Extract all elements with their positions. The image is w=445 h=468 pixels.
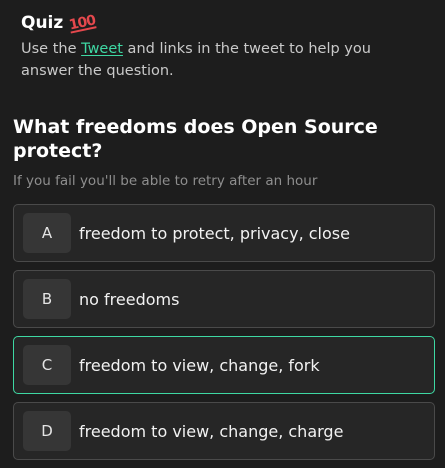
answer-letter-badge: B bbox=[23, 279, 71, 319]
answer-label: freedom to protect, privacy, close bbox=[79, 223, 350, 243]
answer-letter-badge: D bbox=[23, 411, 71, 451]
answer-label: freedom to view, change, fork bbox=[79, 355, 320, 375]
answer-list: A freedom to protect, privacy, close B n… bbox=[13, 204, 435, 468]
answer-label: no freedoms bbox=[79, 289, 180, 309]
answer-letter-badge: A bbox=[23, 213, 71, 253]
answer-letter-badge: C bbox=[23, 345, 71, 385]
answer-option-b[interactable]: B no freedoms bbox=[13, 270, 435, 328]
tweet-link[interactable]: Tweet bbox=[81, 41, 123, 57]
retry-note: If you fail you'll be able to retry afte… bbox=[13, 173, 318, 189]
answer-option-c[interactable]: C freedom to view, change, fork bbox=[13, 336, 435, 394]
question-text: What freedoms does Open Source protect? bbox=[13, 116, 378, 162]
answer-label: freedom to view, change, charge bbox=[79, 421, 344, 441]
hundred-points-icon: 100 bbox=[67, 12, 97, 34]
quiz-title: Quiz bbox=[21, 13, 64, 33]
quiz-header: Quiz 100 Use the Tweet and links in the … bbox=[21, 11, 421, 82]
quiz-title-row: Quiz 100 bbox=[21, 11, 421, 35]
answer-option-a[interactable]: A freedom to protect, privacy, close bbox=[13, 204, 435, 262]
quiz-instructions: Use the Tweet and links in the tweet to … bbox=[21, 38, 421, 82]
intro-text-before: Use the bbox=[21, 41, 82, 57]
answer-option-d[interactable]: D freedom to view, change, charge bbox=[13, 402, 435, 460]
